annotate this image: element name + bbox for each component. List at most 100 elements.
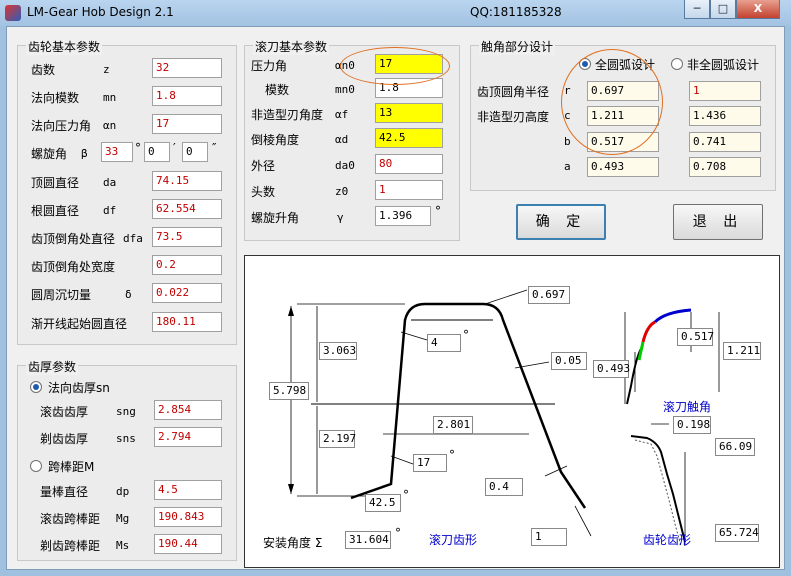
dim-3063-box[interactable]: 3.063	[319, 342, 357, 360]
b-partial-input[interactable]: 0.741	[689, 132, 761, 152]
r-partial-input[interactable]: 1	[689, 81, 761, 101]
hobbing-thickness-input[interactable]: 2.854	[154, 400, 222, 420]
helix-sec-input[interactable]: 0	[182, 142, 208, 162]
involute-start-input[interactable]: 180.11	[152, 312, 222, 332]
hobbing-thickness-label: 滚齿齿厚	[40, 405, 89, 419]
hobbing-thickness-sym: sng	[116, 405, 136, 418]
over-pins-option[interactable]: 跨棒距M	[48, 458, 94, 475]
leader-1	[574, 505, 592, 537]
a-sym: a	[564, 160, 571, 173]
highlight-oval-touch	[561, 49, 663, 155]
starts-label: 头数	[251, 185, 276, 199]
nonform-edge-angle-input[interactable]: 13	[375, 103, 443, 123]
arrow-top	[288, 306, 294, 316]
normal-module-sym: mn	[103, 91, 117, 104]
outer-diameter-input[interactable]: 80	[375, 154, 443, 174]
pin-diameter-input[interactable]: 4.5	[154, 480, 222, 500]
maximize-button[interactable]: □	[710, 0, 736, 19]
chamfer-diameter-sym: dfa	[123, 232, 143, 245]
normal-thickness-option[interactable]: 法向齿厚sn	[48, 379, 110, 396]
min-mark: ′	[173, 141, 176, 155]
over-pins-radio[interactable]	[30, 460, 42, 472]
ok-button[interactable]: 确 定	[516, 204, 606, 240]
deg-mark: °	[135, 141, 141, 155]
dim-4-unit: °	[463, 328, 469, 342]
exit-button[interactable]: 退 出	[673, 204, 763, 240]
helix-angle-sym: β	[81, 147, 88, 160]
dim-6609-box[interactable]: 66.09	[715, 438, 755, 456]
chamfer-diameter-input[interactable]: 73.5	[152, 227, 222, 247]
dim-1-box[interactable]: 1	[531, 528, 567, 546]
install-angle-box[interactable]: 31.604	[345, 531, 391, 549]
partial-arc-radio[interactable]	[671, 58, 683, 70]
hob-module-label: 模数	[265, 83, 290, 97]
normal-thickness-radio[interactable]	[30, 381, 42, 393]
shaving-thickness-sym: sns	[116, 432, 136, 445]
helix-min-input[interactable]: 0	[144, 142, 170, 162]
undercut-input[interactable]: 0.022	[152, 283, 222, 303]
b-sym: b	[564, 135, 571, 148]
chamfer-width-input[interactable]: 0.2	[152, 255, 222, 275]
c-partial-input[interactable]: 1.436	[689, 106, 761, 126]
touch-red-segment	[641, 320, 656, 343]
a-partial-input[interactable]: 0.708	[689, 157, 761, 177]
tooth-thickness-title: 齿厚参数	[26, 358, 79, 375]
helix-deg-input[interactable]: 33	[101, 142, 133, 162]
gear-profile-caption: 齿轮齿形	[643, 533, 692, 547]
dim-17-box[interactable]: 17	[413, 454, 447, 472]
dim-0198-box[interactable]: 0.198	[673, 416, 711, 434]
gear-tooth-outline	[630, 435, 686, 543]
hob-basic-title: 滚刀基本参数	[253, 38, 330, 55]
starts-input[interactable]: 1	[375, 180, 443, 200]
pressure-angle-sym: αn	[103, 119, 117, 132]
pressure-angle-input[interactable]: 17	[152, 114, 222, 134]
dim-0493-box[interactable]: 0.493	[593, 360, 630, 378]
undercut-sym: δ	[125, 288, 132, 301]
dim-0697-box[interactable]: 0.697	[528, 286, 570, 304]
chamfer-angle-sym: αd	[335, 133, 349, 146]
dim-1211-box[interactable]: 1.211	[723, 342, 761, 360]
nonform-edge-angle-label: 非造型刃角度	[251, 108, 324, 122]
minimize-button[interactable]: ─	[684, 0, 710, 19]
title-bar: LM-Gear Hob Design 2.1 QQ:181185328 ─ □ …	[0, 0, 791, 26]
tooth-thickness-group: 齿厚参数 法向齿厚sn 滚齿齿厚 sng 2.854 剃齿齿厚 sns 2.79…	[17, 358, 237, 561]
dim-425-unit: °	[403, 488, 409, 502]
partial-arc-option[interactable]: 非全圆弧设计	[687, 56, 759, 73]
teeth-input[interactable]: 32	[152, 58, 222, 78]
chamfer-angle-input[interactable]: 42.5	[375, 128, 443, 148]
shaving-thickness-input[interactable]: 2.794	[154, 427, 222, 447]
hob-touch-caption: 滚刀触角	[663, 400, 712, 414]
outer-diameter-sym: da0	[335, 159, 355, 172]
hob-profile-caption: 滚刀齿形	[429, 533, 478, 547]
qq-contact: QQ:181185328	[470, 5, 562, 19]
window-title: LM-Gear Hob Design 2.1	[27, 5, 174, 19]
leader-0697	[484, 289, 528, 305]
tip-diameter-input[interactable]: 74.15	[152, 171, 222, 191]
lead-angle-input[interactable]: 1.396	[375, 206, 431, 226]
dim-2197-box[interactable]: 2.197	[319, 430, 356, 448]
hob-module-sym: mn0	[335, 83, 355, 96]
dim-425-box[interactable]: 42.5	[365, 494, 401, 512]
normal-module-input[interactable]: 1.8	[152, 86, 222, 106]
dim-005-box[interactable]: 0.05	[551, 352, 587, 370]
dim-5798-box[interactable]: 5.798	[269, 382, 309, 400]
close-button[interactable]: X	[736, 0, 780, 19]
touch-angle-title: 触角部分设计	[479, 38, 556, 55]
gear-basic-group: 齿轮基本参数 齿数 z 32 法向模数 mn 1.8 法向压力角 αn 17 螺…	[17, 38, 237, 345]
shaving-thickness-label: 剃齿齿厚	[40, 432, 89, 446]
root-diameter-label: 根圆直径	[31, 204, 80, 218]
tip-diameter-sym: da	[103, 176, 117, 189]
outer-diameter-label: 外径	[251, 159, 276, 173]
dim-0517-box[interactable]: 0.517	[677, 328, 714, 346]
dim-04-box[interactable]: 0.4	[485, 478, 523, 496]
hobbing-mdim-input[interactable]: 190.843	[154, 507, 222, 527]
dim-65724-box[interactable]: 65.724	[715, 524, 759, 542]
dim-2801-box[interactable]: 2.801	[433, 416, 473, 434]
sec-mark: ″	[212, 141, 217, 155]
shaving-mdim-input[interactable]: 190.44	[154, 534, 222, 554]
dim-4-box[interactable]: 4	[427, 334, 461, 352]
nonform-height-label: 非造型刃高度	[477, 110, 550, 124]
root-diameter-input[interactable]: 62.554	[152, 199, 222, 219]
a-full-input[interactable]: 0.493	[587, 157, 659, 177]
main-client-area: 齿轮基本参数 齿数 z 32 法向模数 mn 1.8 法向压力角 αn 17 螺…	[6, 26, 785, 570]
